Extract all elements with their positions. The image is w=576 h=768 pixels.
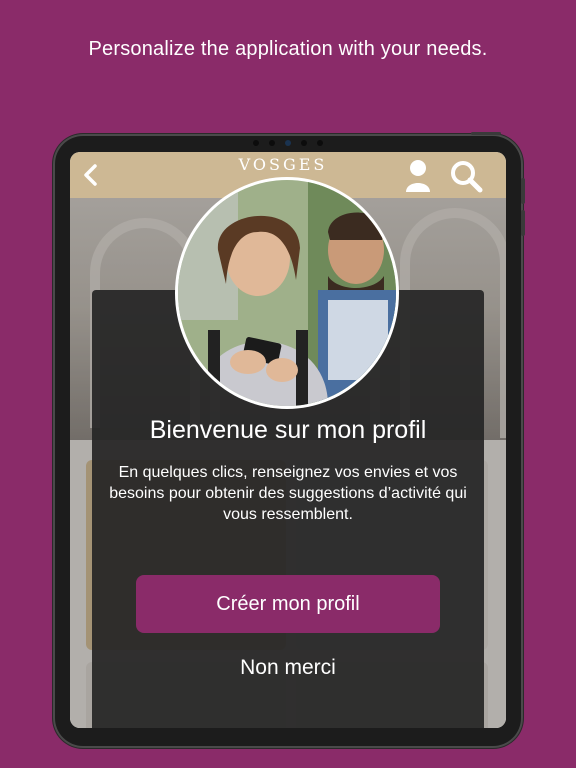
chevron-left-icon[interactable]	[80, 162, 102, 188]
user-icon[interactable]	[404, 158, 432, 192]
volume-button	[521, 210, 525, 236]
search-icon[interactable]	[448, 158, 484, 194]
camera	[253, 140, 323, 146]
volume-button	[521, 178, 525, 204]
power-button	[471, 132, 501, 135]
dialog-title: Bienvenue sur mon profil	[149, 416, 427, 444]
brand-logo: VOSGES	[238, 155, 328, 174]
app-screen: VOSGES Bienvenue sur mon profil En quelq…	[70, 152, 506, 728]
profile-photo	[178, 180, 396, 406]
dialog-description: En quelques clics, renseignez vos envies…	[109, 464, 467, 523]
no-thanks-button[interactable]: Non merci	[136, 646, 440, 690]
create-profile-button[interactable]: Créer mon profil	[136, 575, 440, 633]
promo-headline: Personalize the application with your ne…	[88, 38, 488, 60]
